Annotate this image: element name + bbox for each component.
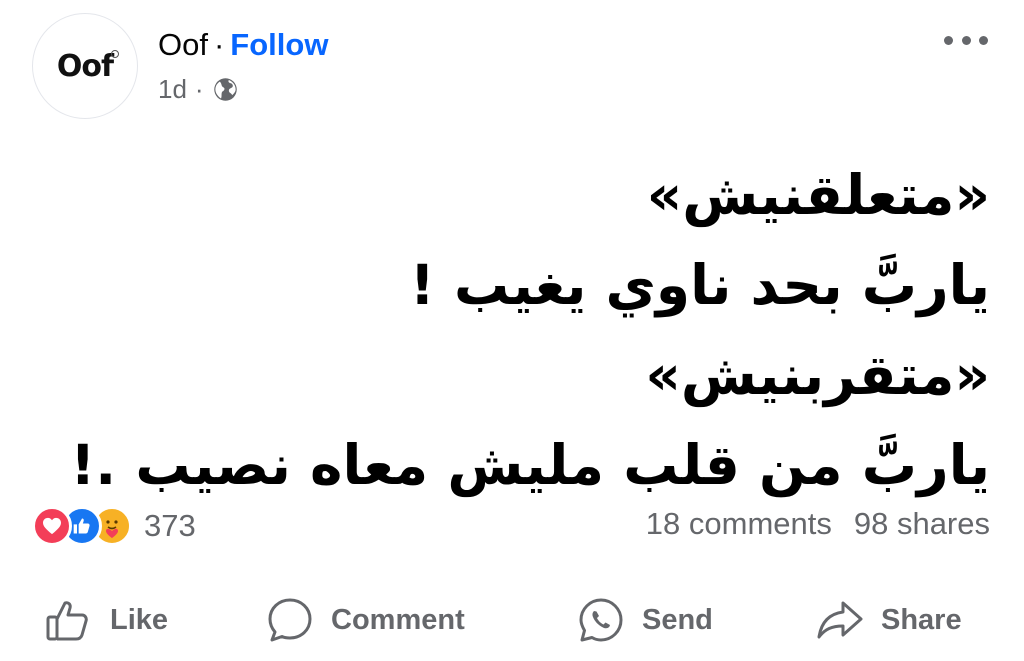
- whatsapp-icon: [579, 598, 623, 642]
- post-header: Oof · Follow: [158, 27, 328, 63]
- name-separator: ·: [213, 27, 225, 62]
- post-action-bar: Like Comment Send Share: [0, 585, 1024, 655]
- share-button[interactable]: Share: [815, 595, 962, 645]
- share-arrow-icon: [817, 601, 863, 639]
- more-options-icon[interactable]: [944, 30, 988, 50]
- meta-separator: ·: [194, 74, 204, 104]
- thumbs-up-icon: [46, 601, 88, 641]
- follow-button[interactable]: Follow: [230, 27, 328, 62]
- like-button[interactable]: Like: [44, 595, 168, 645]
- avatar-mark-icon: [111, 50, 119, 58]
- comment-button[interactable]: Comment: [265, 595, 465, 645]
- more-dot: [979, 35, 988, 45]
- send-label: Send: [642, 603, 713, 636]
- comment-label: Comment: [331, 603, 465, 636]
- more-dot: [944, 35, 953, 45]
- like-label: Like: [110, 603, 169, 636]
- post-line: ياربَّ بحد ناوي يغيب !: [409, 253, 990, 317]
- send-button[interactable]: Send: [576, 595, 713, 645]
- comments-count-link[interactable]: 18 comments: [646, 506, 832, 542]
- reactions-summary[interactable]: 373: [32, 506, 196, 546]
- love-reaction-icon: [32, 506, 72, 546]
- avatar-logo-text: Oof: [56, 48, 114, 84]
- post-meta: 1d ·: [158, 74, 239, 105]
- post-line: ياربَّ من قلب مليش معاه نصيب .!: [70, 433, 990, 497]
- shares-count-link[interactable]: 98 shares: [854, 506, 990, 542]
- post-time[interactable]: 1d: [158, 74, 187, 105]
- post-line: «متقربنيش»: [645, 343, 990, 407]
- share-label: Share: [881, 603, 962, 636]
- post-stats: 18 comments 98 shares: [646, 506, 990, 542]
- page-avatar[interactable]: Oof: [32, 13, 138, 119]
- globe-icon: [213, 78, 237, 101]
- more-dot: [961, 35, 971, 45]
- page-name[interactable]: Oof: [158, 27, 208, 62]
- speech-bubble-icon: [268, 598, 312, 642]
- post-line: «متعلقنيش»: [646, 163, 990, 227]
- reaction-count: 373: [144, 508, 196, 543]
- post-text: «متعلقنيش» ياربَّ بحد ناوي يغيب ! «متقرب…: [30, 150, 990, 510]
